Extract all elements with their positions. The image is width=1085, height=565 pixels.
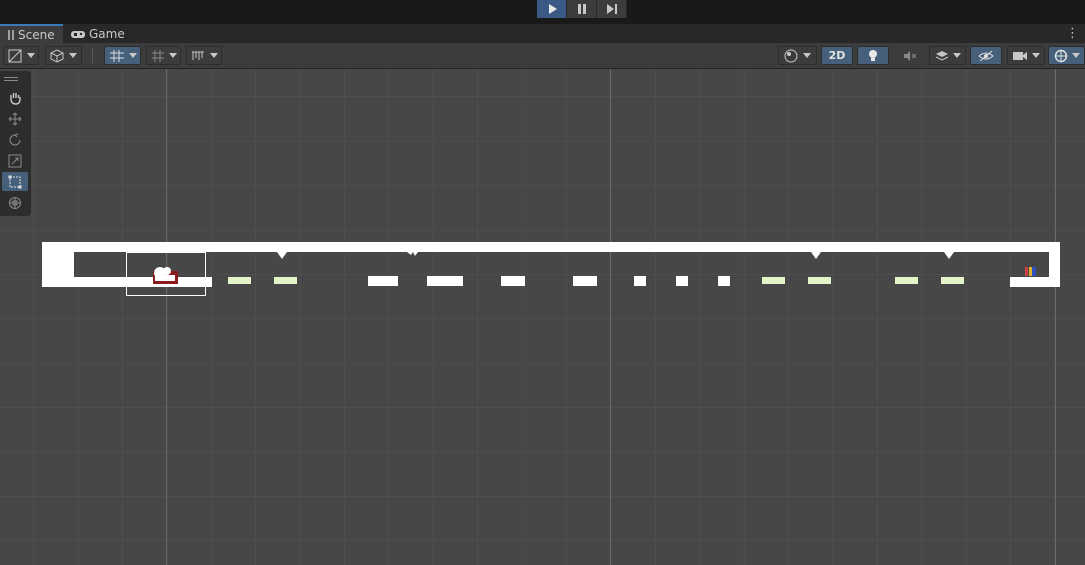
hidden-eye-icon bbox=[978, 50, 994, 61]
tab-scene[interactable]: Scene bbox=[0, 24, 63, 43]
grid-icon bbox=[151, 49, 164, 62]
draw-mode-icon bbox=[8, 49, 21, 62]
camera-dropdown[interactable] bbox=[1007, 46, 1045, 65]
shading-mode-dropdown[interactable] bbox=[778, 46, 817, 65]
floor-platform bbox=[368, 276, 398, 286]
rect-tool-icon bbox=[8, 175, 22, 188]
play-icon bbox=[548, 4, 557, 14]
floor-platform bbox=[501, 276, 525, 286]
play-mode-bar bbox=[0, 0, 1085, 24]
camera-icon bbox=[1013, 51, 1027, 60]
effects-dropdown[interactable] bbox=[929, 46, 966, 65]
scene-grid bbox=[0, 69, 1085, 565]
scene-hash-icon bbox=[8, 29, 14, 40]
move-tool-icon bbox=[8, 112, 22, 125]
lighting-toggle[interactable] bbox=[857, 46, 889, 65]
sphere-icon bbox=[784, 49, 798, 62]
rotate-tool-icon bbox=[9, 133, 21, 145]
draw-mode-dropdown[interactable] bbox=[3, 46, 39, 65]
floor-platform bbox=[573, 276, 597, 286]
shading-dropdown[interactable] bbox=[45, 46, 82, 65]
lightbulb-icon bbox=[869, 49, 877, 61]
play-button[interactable] bbox=[537, 0, 567, 18]
scale-tool-icon bbox=[8, 154, 22, 167]
floor-platform bbox=[634, 276, 646, 286]
scene-visibility-toggle[interactable] bbox=[970, 46, 1002, 65]
grid-snap-icon bbox=[109, 49, 124, 62]
gizmos-dropdown[interactable] bbox=[1048, 46, 1085, 65]
floor-platform bbox=[427, 276, 463, 286]
cube-icon bbox=[50, 48, 64, 63]
ruler-icon bbox=[191, 51, 204, 60]
mute-icon bbox=[904, 50, 917, 61]
move-tool[interactable] bbox=[2, 109, 28, 128]
bounce-platform bbox=[274, 277, 297, 284]
bounce-platform bbox=[941, 277, 964, 284]
bounce-platform bbox=[762, 277, 785, 284]
floor-platform bbox=[718, 276, 730, 286]
transform-tool[interactable] bbox=[2, 193, 28, 212]
scene-toolbar: 2D bbox=[0, 43, 1085, 69]
layers-icon bbox=[935, 50, 948, 61]
bounce-platform bbox=[228, 277, 251, 284]
scene-tools-overlay bbox=[0, 71, 31, 216]
scene-viewport[interactable] bbox=[0, 69, 1085, 565]
hand-tool-icon bbox=[10, 92, 21, 105]
floor-platform bbox=[676, 276, 688, 286]
view-2d-label: 2D bbox=[828, 49, 846, 62]
tab-game[interactable]: Game bbox=[63, 24, 133, 43]
scene-canvas[interactable] bbox=[0, 69, 1085, 565]
audio-toggle[interactable] bbox=[894, 46, 926, 65]
hand-tool[interactable] bbox=[2, 88, 28, 107]
bounce-platform bbox=[895, 277, 918, 284]
rotate-tool[interactable] bbox=[2, 130, 28, 149]
scale-tool[interactable] bbox=[2, 151, 28, 170]
rect-tool[interactable] bbox=[2, 172, 28, 191]
floor-platform bbox=[1010, 277, 1060, 287]
view-2d-toggle[interactable]: 2D bbox=[821, 46, 853, 65]
more-options-icon[interactable]: ⋮ bbox=[1066, 24, 1079, 43]
gamepad-icon bbox=[71, 30, 85, 38]
grid-visibility-dropdown[interactable] bbox=[146, 46, 181, 65]
tab-label: Scene bbox=[18, 27, 55, 42]
increment-snap-dropdown[interactable] bbox=[186, 46, 222, 65]
transform-tool-icon bbox=[9, 196, 21, 209]
gizmo-icon bbox=[1054, 49, 1067, 62]
editor-tab-bar: Scene Game ⋮ bbox=[0, 24, 1085, 43]
goal-flag-icon bbox=[1025, 267, 1036, 276]
bounce-platform bbox=[808, 277, 831, 284]
play-controls bbox=[537, 0, 627, 18]
pause-button[interactable] bbox=[567, 0, 597, 18]
grid-snap-toggle[interactable] bbox=[104, 46, 141, 65]
step-button[interactable] bbox=[597, 0, 627, 18]
ceiling-platform bbox=[42, 242, 1060, 252]
tab-label: Game bbox=[89, 26, 125, 41]
step-icon bbox=[606, 4, 617, 14]
pause-icon bbox=[577, 4, 586, 14]
